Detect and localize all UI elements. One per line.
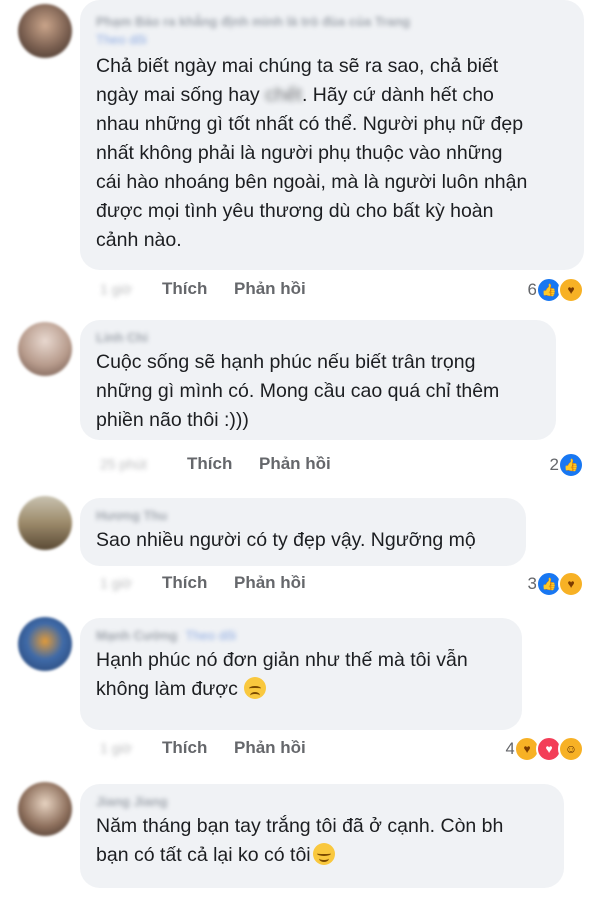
comment-actions: 1 giờ Thích Phản hồi — [100, 738, 400, 764]
disappointed-face-icon — [243, 677, 266, 699]
blurred-word: chết — [265, 84, 302, 106]
care-icon: ♥ — [558, 571, 584, 597]
comment-text-part: Năm tháng bạn tay trắng tôi đã ở cạnh. C… — [96, 815, 504, 866]
comment-text-part: Hạnh phúc nó đơn giản như thế mà tôi vẫn… — [96, 649, 468, 700]
reaction-summary[interactable]: 2 👍 — [550, 452, 584, 478]
reply-button[interactable]: Phản hồi — [259, 454, 331, 474]
comment-author[interactable]: Linh Chi — [96, 330, 540, 346]
comment-text: Cuộc sống sẽ hạnh phúc nếu biết trân trọ… — [96, 351, 500, 431]
comment-time[interactable] — [100, 894, 104, 900]
comment-bubble: Phạm Bảo ra khẳng định mình là trò đùa c… — [80, 0, 584, 270]
care-icon: ♥ — [558, 277, 584, 303]
comment-bubble: Hương Thu Sao nhiều người có ty đẹp vậy.… — [80, 498, 526, 566]
avatar[interactable] — [18, 617, 72, 671]
comment-actions: 1 giờ Thích Phản hồi — [100, 573, 400, 599]
comment-author[interactable]: Jiang Jiang — [96, 794, 548, 810]
avatar[interactable] — [18, 496, 72, 550]
comment-bubble: Linh Chi Cuộc sống sẽ hạnh phúc nếu biết… — [80, 320, 556, 440]
avatar[interactable] — [18, 4, 72, 58]
like-icon: 👍 — [558, 452, 584, 478]
comment-time[interactable]: 1 giờ — [100, 281, 132, 297]
comment-author[interactable]: Mạnh Cường Theo dõi — [96, 628, 506, 644]
like-button[interactable]: Thích — [162, 738, 207, 758]
like-button[interactable]: Thích — [162, 573, 207, 593]
reaction-summary[interactable]: 3 👍 ♥ — [528, 571, 584, 597]
comment-text-part: . Hãy cứ dành hết cho nhau những gì tốt … — [96, 84, 528, 251]
comment-time[interactable]: 1 giờ — [100, 740, 132, 756]
reply-button[interactable]: Phản hồi — [234, 738, 306, 758]
follow-link[interactable]: Theo dõi — [185, 628, 236, 643]
reply-button[interactable]: Phản hồi — [234, 573, 306, 593]
author-name[interactable]: Phạm Bảo ra khẳng định mình là trò đùa c… — [96, 14, 410, 29]
comment-text: Hạnh phúc nó đơn giản như thế mà tôi vẫn… — [96, 646, 506, 704]
like-button[interactable]: Thích — [187, 454, 232, 474]
comment-text: Sao nhiều người có ty đẹp vậy. Ngưỡng mộ — [96, 529, 476, 551]
haha-icon: ☺ — [558, 736, 584, 762]
comment-bubble: Mạnh Cường Theo dõi Hạnh phúc nó đơn giản… — [80, 618, 522, 730]
comment-text: Chả biết ngày mai chúng ta sẽ ra sao, ch… — [96, 52, 568, 255]
follow-link-row: Theo dõi — [96, 32, 568, 48]
comment-time[interactable]: 1 giờ — [100, 575, 132, 591]
reply-button[interactable]: Phản hồi — [234, 279, 306, 299]
like-button[interactable]: Thích — [162, 279, 207, 299]
avatar[interactable] — [18, 322, 72, 376]
comment-bubble: Jiang Jiang Năm tháng bạn tay trắng tôi … — [80, 784, 564, 888]
comment-actions — [100, 894, 400, 900]
relieved-face-icon — [312, 843, 335, 865]
reaction-summary[interactable]: 4 ♥ ♥ ☺ — [506, 736, 584, 762]
avatar[interactable] — [18, 782, 72, 836]
comment-author[interactable]: Hương Thu — [96, 508, 510, 524]
author-name[interactable]: Mạnh Cường — [96, 628, 177, 643]
comment-actions: 1 giờ Thích Phản hồi — [100, 279, 400, 305]
comment-author[interactable]: Phạm Bảo ra khẳng định mình là trò đùa c… — [96, 14, 568, 30]
comment-actions: 25 phút Thích Phản hồi — [100, 454, 400, 480]
reaction-summary[interactable]: 6 👍 ♥ — [528, 277, 584, 303]
comment-time[interactable]: 25 phút — [100, 456, 147, 472]
follow-link[interactable]: Theo dõi — [96, 32, 147, 47]
comment-text: Năm tháng bạn tay trắng tôi đã ở cạnh. C… — [96, 812, 548, 870]
